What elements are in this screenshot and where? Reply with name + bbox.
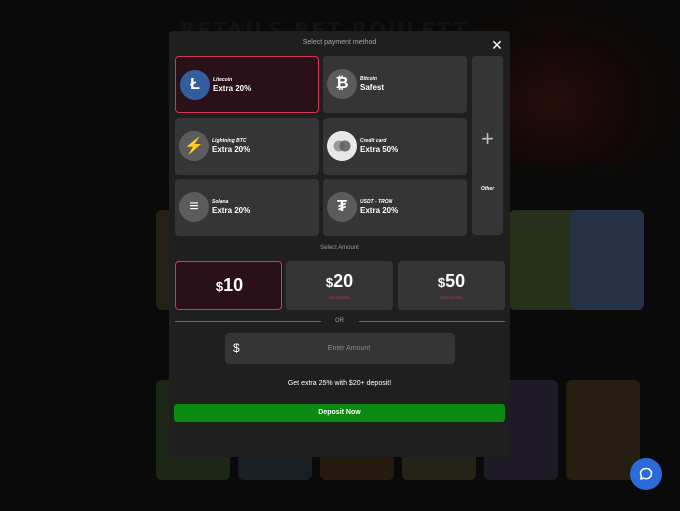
payment-method-name: Credit card	[360, 138, 387, 144]
credit-card-icon	[327, 131, 357, 161]
payment-method-bonus: Extra 20%	[213, 84, 252, 93]
amount-extra-badge: 15% EXTRA	[440, 295, 463, 300]
dollar-icon: $	[233, 341, 240, 355]
other-label: Other	[480, 186, 495, 192]
chat-bubble-icon	[639, 467, 653, 480]
payment-method-lightning-btc[interactable]: ⚡ Lightning BTC Extra 20%	[175, 118, 319, 175]
promo-text: Get extra 25% with $20+ deposit!	[287, 380, 392, 387]
payment-method-bonus: Extra 20%	[360, 206, 399, 215]
amount-section-label: Select Amount	[320, 245, 359, 251]
payment-method-bonus: Extra 50%	[360, 145, 399, 154]
payment-method-name: USDT - TRON	[360, 199, 393, 205]
lightning-icon: ⚡	[179, 131, 209, 161]
payment-method-name: Bitcoin	[360, 76, 377, 82]
payment-method-name: Lightning BTC	[212, 138, 247, 144]
payment-method-solana[interactable]: ≡ Solana Extra 20%	[175, 179, 319, 236]
payment-method-name: Solana	[212, 199, 229, 205]
plus-icon: +	[481, 126, 494, 151]
amount-option-50[interactable]: $50 15% EXTRA	[398, 261, 505, 310]
deposit-now-button[interactable]: Deposit Now	[174, 404, 505, 422]
payment-method-credit-card[interactable]: Credit card Extra 50%	[323, 118, 467, 175]
bitcoin-icon: ₿	[327, 69, 357, 99]
payment-method-bitcoin[interactable]: ₿ Bitcoin Safest	[323, 56, 467, 113]
payment-method-bonus: Extra 20%	[212, 145, 251, 154]
modal-title: Select payment method	[302, 39, 377, 46]
payment-method-other[interactable]: + Other	[472, 56, 503, 235]
custom-amount-field: $	[225, 333, 455, 364]
payment-method-name: Litecoin	[213, 77, 233, 83]
amount-value: $50	[437, 271, 466, 291]
amount-value: $20	[325, 271, 354, 291]
divider-right	[359, 321, 505, 322]
payment-method-bonus: Safest	[360, 83, 385, 92]
solana-icon: ≡	[179, 192, 209, 222]
amount-value: $10	[215, 275, 244, 295]
amount-option-20[interactable]: $20 5% EXTRA	[286, 261, 393, 310]
live-chat-button[interactable]	[630, 458, 662, 490]
amount-option-10[interactable]: $10	[175, 261, 282, 310]
payment-method-usdt-tron[interactable]: ₮ USDT - TRON Extra 20%	[323, 179, 467, 236]
amount-extra-badge: 5% EXTRA	[329, 295, 350, 300]
amount-input[interactable]	[249, 333, 449, 364]
payment-method-bonus: Extra 20%	[212, 206, 251, 215]
close-button[interactable]: ✕	[489, 37, 505, 53]
tether-icon: ₮	[327, 192, 357, 222]
payment-method-litecoin[interactable]: Ł Litecoin Extra 20%	[175, 56, 319, 113]
payment-modal: Select payment method ✕ Ł Litecoin Extra…	[169, 31, 510, 457]
litecoin-icon: Ł	[180, 70, 210, 100]
close-icon: ✕	[491, 37, 503, 53]
